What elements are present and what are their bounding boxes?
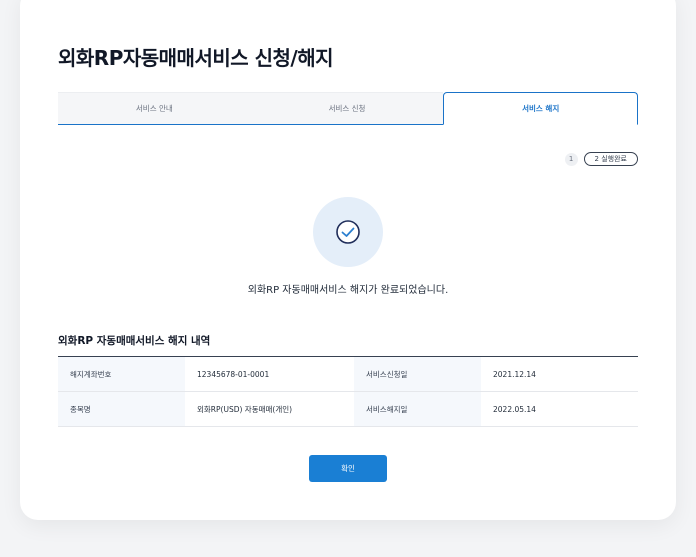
table-row: 종목명 외화RP(USD) 자동매매(개인) 서비스해지일 2022.05.14	[58, 391, 638, 427]
step-indicator: 1 2 실행완료	[564, 152, 638, 166]
page-title: 외화RP자동매매서비스 신청/해지	[58, 46, 334, 70]
tab-service-apply[interactable]: 서비스 신청	[250, 92, 444, 124]
details-section-title: 외화RP 자동매매서비스 해지 내역	[58, 335, 211, 347]
value-product-name: 외화RP(USD) 자동매매(개인)	[185, 391, 354, 427]
check-circle-icon	[313, 197, 383, 267]
value-cancel-account: 12345678-01-0001	[185, 356, 354, 392]
tab-bar: 서비스 안내 서비스 신청 서비스 해지	[58, 92, 639, 125]
value-apply-date: 2021.12.14	[481, 356, 638, 392]
completion-message: 외화RP 자동매매서비스 해지가 완료되었습니다.	[247, 285, 449, 296]
check-icon	[336, 220, 360, 244]
value-cancel-date: 2022.05.14	[481, 391, 638, 427]
step-2-current: 2 실행완료	[583, 152, 638, 166]
step-1: 1	[564, 152, 578, 166]
label-cancel-date: 서비스해지일	[354, 391, 481, 427]
tab-service-info[interactable]: 서비스 안내	[58, 92, 251, 124]
confirm-button[interactable]: 확인	[309, 455, 387, 482]
label-cancel-account: 해지계좌번호	[58, 356, 185, 392]
tab-service-cancel[interactable]: 서비스 해지	[443, 92, 639, 125]
details-table: 해지계좌번호 12345678-01-0001 서비스신청일 2021.12.1…	[58, 356, 638, 427]
label-apply-date: 서비스신청일	[354, 356, 481, 392]
label-product-name: 종목명	[58, 391, 185, 427]
table-row: 해지계좌번호 12345678-01-0001 서비스신청일 2021.12.1…	[58, 356, 638, 392]
